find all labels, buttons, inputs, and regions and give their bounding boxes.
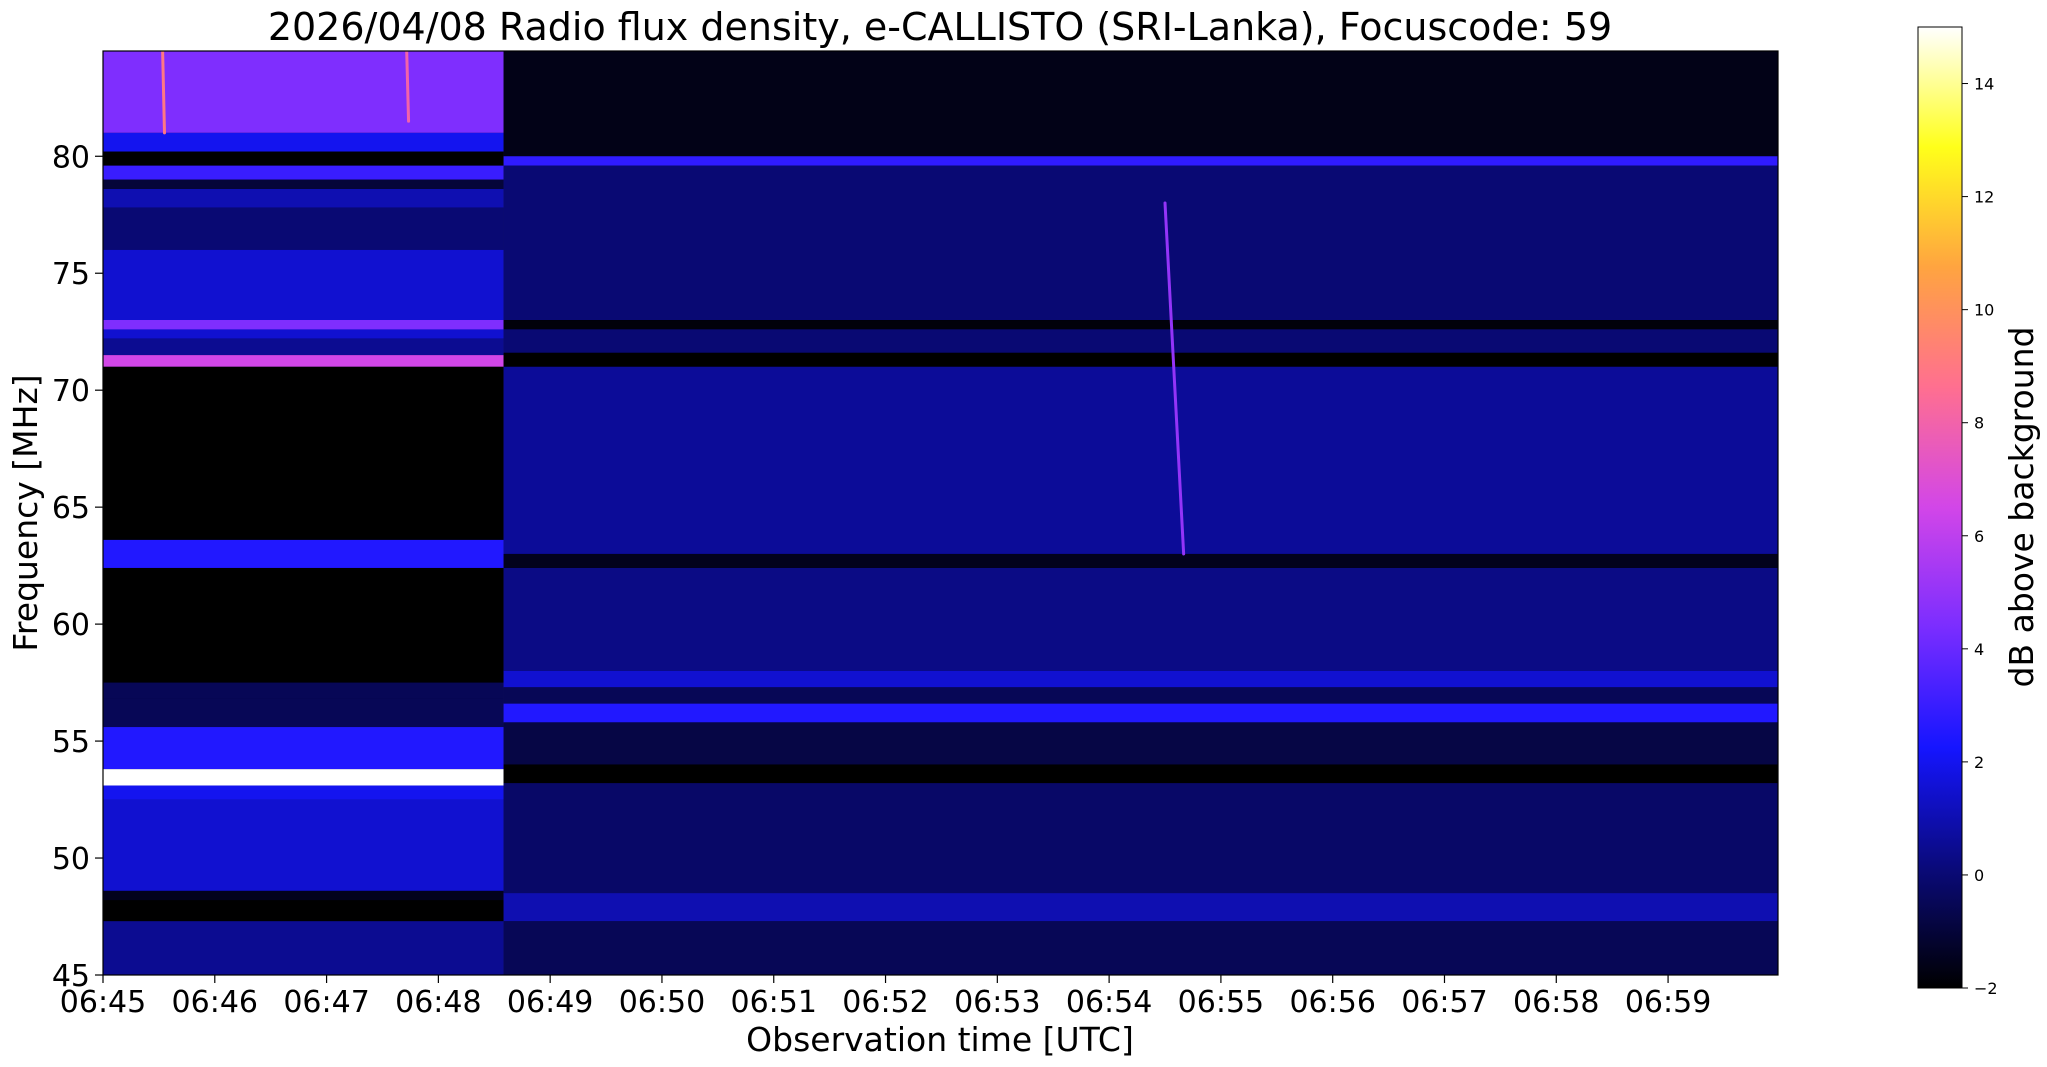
- frequency-band: [503, 783, 1778, 894]
- frequency-band: [103, 132, 504, 152]
- frequency-band: [103, 698, 504, 728]
- x-tick-label: 06:59: [1625, 985, 1711, 1020]
- y-axis-label: Frequency [MHz]: [6, 374, 45, 651]
- x-tick-label: 06:57: [1401, 985, 1487, 1020]
- frequency-band: [503, 165, 1778, 321]
- colorbar-axis: −2 0 2 4 6 8 10 12 14: [1962, 75, 1998, 998]
- spectrogram-heatmap: [103, 51, 1778, 975]
- frequency-band: [503, 670, 1778, 688]
- frequency-band: [503, 156, 1778, 166]
- burst-feature: [405, 51, 411, 123]
- x-tick-label: 06:46: [172, 985, 258, 1020]
- x-tick-label: 06:58: [1513, 985, 1599, 1020]
- frequency-band: [503, 893, 1778, 922]
- frequency-band: [103, 355, 504, 367]
- frequency-band: [503, 320, 1778, 330]
- x-axis: 06:45 06:46 06:47 06:48 06:49 06:50 06:51 06:52…: [60, 975, 1711, 1020]
- frequency-band: [103, 189, 504, 208]
- frequency-band: [103, 799, 504, 891]
- x-tick-label: 06:50: [619, 985, 705, 1020]
- frequency-band: [103, 785, 504, 800]
- frequency-band: [503, 366, 1778, 554]
- x-tick-label: 06:53: [954, 985, 1040, 1020]
- frequency-band: [503, 722, 1778, 765]
- spectrogram-figure: 2026/04/08 Radio flux density, e-CALLIST…: [6, 5, 2041, 1059]
- frequency-band: [103, 769, 504, 786]
- colorbar-tick-label: 12: [1974, 188, 1994, 207]
- frequency-band: [103, 151, 504, 166]
- y-tick-label: 45: [52, 959, 90, 994]
- y-tick-label: 70: [52, 374, 90, 409]
- colorbar-tick-label: 4: [1974, 640, 1984, 659]
- burst-feature: [161, 51, 166, 135]
- frequency-band: [503, 553, 1778, 568]
- frequency-band: [103, 727, 504, 770]
- colorbar-tick-label: 2: [1974, 753, 1984, 772]
- frequency-band: [503, 703, 1778, 723]
- frequency-band: [503, 687, 1778, 704]
- colorbar-tick-label: 6: [1974, 527, 1984, 546]
- frequency-band: [103, 165, 504, 180]
- frequency-band: [503, 567, 1778, 671]
- colorbar-label: dB above background: [2002, 327, 2041, 688]
- chart-title: 2026/04/08 Radio flux density, e-CALLIST…: [268, 5, 1612, 49]
- y-tick-label: 60: [52, 608, 90, 643]
- x-tick-label: 06:47: [283, 985, 369, 1020]
- frequency-band: [503, 329, 1778, 353]
- y-tick-label: 75: [52, 257, 90, 292]
- frequency-band: [103, 207, 504, 250]
- frequency-band: [503, 51, 1778, 157]
- colorbar-tick-label: 0: [1974, 866, 1984, 885]
- y-tick-label: 55: [52, 725, 90, 760]
- x-tick-label: 06:56: [1289, 985, 1375, 1020]
- frequency-band: [503, 352, 1778, 367]
- colorbar: [1917, 26, 1963, 989]
- x-tick-label: 06:52: [842, 985, 928, 1020]
- frequency-band: [503, 764, 1778, 784]
- frequency-band: [103, 921, 504, 975]
- x-tick-label: 06:54: [1066, 985, 1152, 1020]
- frequency-band: [103, 539, 504, 568]
- y-tick-label: 65: [52, 491, 90, 526]
- frequency-band: [103, 682, 504, 699]
- frequency-band: [103, 179, 504, 190]
- frequency-band: [103, 366, 504, 540]
- x-axis-label: Observation time [UTC]: [746, 1020, 1134, 1059]
- x-tick-label: 06:55: [1178, 985, 1264, 1020]
- colorbar-tick-label: −2: [1974, 979, 1998, 998]
- colorbar-tick-label: 14: [1974, 75, 1994, 94]
- frequency-band: [103, 320, 504, 330]
- y-tick-label: 50: [52, 842, 90, 877]
- frequency-band: [503, 921, 1778, 975]
- x-tick-label: 06:48: [395, 985, 481, 1020]
- frequency-band: [103, 567, 504, 683]
- frequency-band: [103, 900, 504, 922]
- y-axis: 45 50 55 60 65 70 75 80: [52, 140, 103, 994]
- x-tick-label: 06:49: [507, 985, 593, 1020]
- x-tick-label: 06:51: [731, 985, 817, 1020]
- frequency-band: [103, 338, 504, 356]
- colorbar-tick-label: 8: [1974, 414, 1984, 433]
- colorbar-tick-label: 10: [1974, 301, 1994, 320]
- y-tick-label: 80: [52, 140, 90, 175]
